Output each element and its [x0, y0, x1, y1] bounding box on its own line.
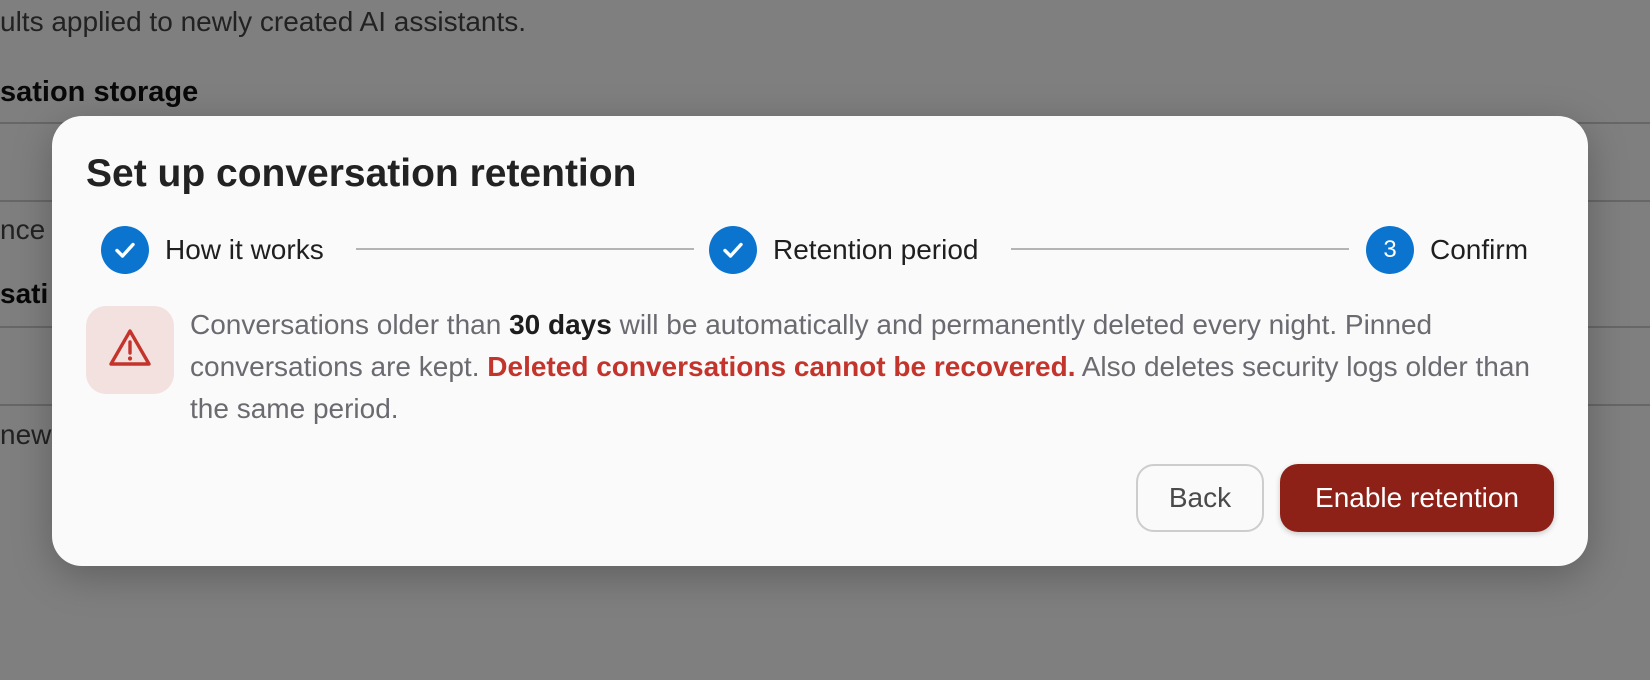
dialog-title: Set up conversation retention — [86, 152, 637, 195]
step-how-it-works: How it works — [101, 225, 324, 275]
retention-setup-dialog: Set up conversation retention How it wor… — [52, 116, 1588, 566]
irreversible-warning: Deleted conversations cannot be recovere… — [487, 351, 1076, 382]
step-retention-period: Retention period — [709, 225, 978, 275]
check-icon — [709, 226, 757, 274]
step-label: How it works — [165, 234, 324, 265]
retention-period-value: 30 days — [509, 309, 612, 340]
check-icon — [101, 226, 149, 274]
back-button[interactable]: Back — [1136, 464, 1264, 532]
step-confirm: 3 Confirm — [1366, 225, 1528, 275]
enable-retention-button[interactable]: Enable retention — [1280, 464, 1554, 532]
step-label: Confirm — [1430, 234, 1529, 265]
warning-triangle-icon — [107, 327, 153, 374]
step-label: Retention period — [773, 234, 979, 265]
warning-text-part: Conversations older than — [190, 309, 510, 340]
step-connector — [1011, 248, 1349, 250]
step-number: 3 — [1366, 226, 1414, 274]
step-connector — [356, 248, 694, 250]
warning-icon-container — [86, 306, 174, 394]
retention-warning-text: Conversations older than 30 days will be… — [190, 304, 1560, 430]
